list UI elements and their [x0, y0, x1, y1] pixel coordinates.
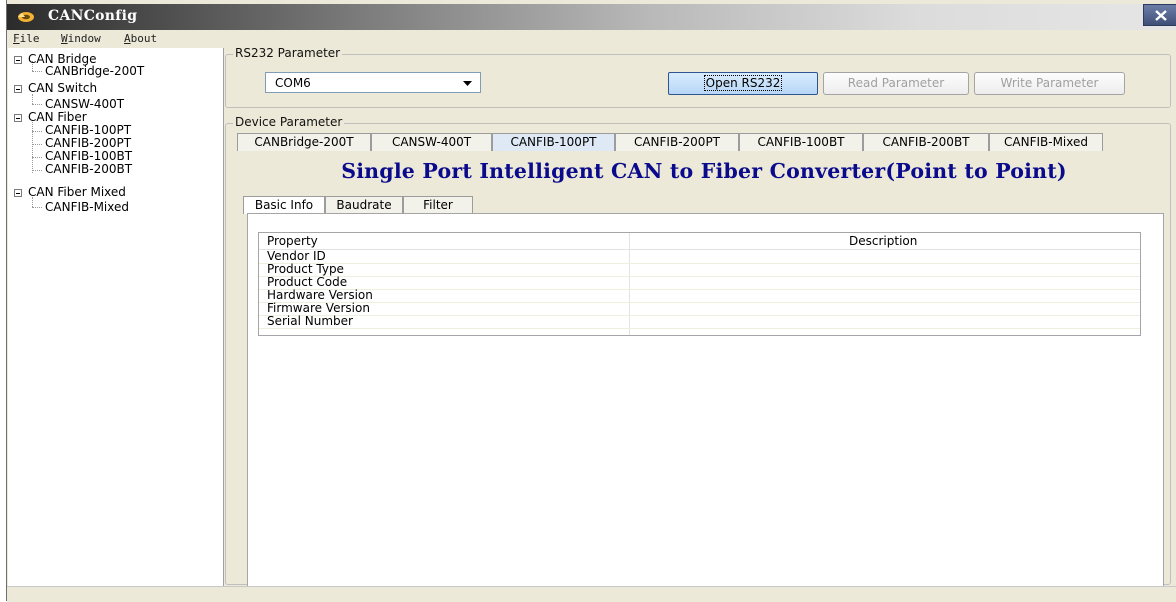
tab-canfib-200pt[interactable]: CANFIB-200PT — [615, 133, 739, 151]
device-headline: Single Port Intelligent CAN to Fiber Con… — [341, 159, 1067, 183]
table-row[interactable]: Vendor ID — [259, 250, 1140, 264]
chevron-down-icon — [463, 81, 472, 86]
tab-canfib-100bt[interactable]: CANFIB-100BT — [739, 133, 863, 151]
device-tree: CAN Bridge CANBridge-200T CAN Switch CAN… — [8, 48, 224, 599]
tab-canfib-100pt[interactable]: CANFIB-100PT — [492, 133, 615, 151]
rs232-group-title: RS232 Parameter — [233, 46, 343, 60]
tree-node-can-fiber-mixed[interactable]: CAN Fiber Mixed — [28, 186, 126, 199]
menu-about[interactable]: About — [124, 32, 157, 45]
collapse-toggle-icon[interactable] — [14, 56, 22, 64]
title-bar[interactable]: CANConfig — [7, 4, 1176, 30]
collapse-toggle-icon[interactable] — [14, 85, 22, 93]
column-header-property[interactable]: Property — [267, 234, 318, 248]
write-parameter-button[interactable]: Write Parameter — [974, 72, 1125, 95]
table-row[interactable]: Serial Number — [259, 315, 1140, 329]
tree-connector — [32, 120, 33, 173]
tree-connector — [32, 144, 42, 145]
open-rs232-button[interactable]: Open RS232 — [668, 72, 818, 95]
subtab-basic-info[interactable]: Basic Info — [243, 196, 325, 214]
collapse-toggle-icon[interactable] — [14, 114, 22, 122]
app-window: CANConfig File Window About CAN Bridge C… — [6, 0, 1176, 602]
open-rs232-label: Open RS232 — [703, 75, 783, 91]
table-row[interactable]: Product Type — [259, 263, 1140, 277]
menu-bar: File Window About — [7, 31, 1176, 47]
tree-connector — [32, 94, 33, 104]
table-row[interactable]: Product Code — [259, 276, 1140, 290]
tree-connector — [32, 157, 42, 158]
table-row[interactable]: Hardware Version — [259, 289, 1140, 303]
column-header-description[interactable]: Description — [849, 234, 917, 248]
subtab-filter[interactable]: Filter — [403, 196, 473, 214]
status-bar — [7, 586, 1176, 602]
close-button[interactable] — [1143, 4, 1176, 26]
tree-connector — [32, 207, 42, 208]
table-header: Property Description — [259, 233, 1140, 250]
tree-item-canbridge-200t[interactable]: CANBridge-200T — [45, 65, 144, 78]
app-logo-icon — [18, 12, 34, 22]
tab-canfib-200bt[interactable]: CANFIB-200BT — [863, 133, 989, 151]
tab-canbridge-200t[interactable]: CANBridge-200T — [237, 133, 371, 151]
read-parameter-button[interactable]: Read Parameter — [823, 72, 969, 95]
device-parameter-group-title: Device Parameter — [233, 115, 345, 129]
close-icon — [1155, 10, 1167, 21]
tree-item-canfib-mixed[interactable]: CANFIB-Mixed — [45, 201, 129, 214]
com-port-select[interactable]: COM6 — [265, 72, 481, 93]
table-row[interactable]: Firmware Version — [259, 302, 1140, 316]
window-title: CANConfig — [48, 8, 138, 24]
subtab-baudrate[interactable]: Baudrate — [325, 196, 403, 214]
tree-connector — [32, 170, 42, 171]
tree-node-can-switch[interactable]: CAN Switch — [28, 82, 97, 95]
tab-canfib-mixed[interactable]: CANFIB-Mixed — [989, 133, 1103, 151]
tab-cansw-400t[interactable]: CANSW-400T — [371, 133, 492, 151]
menu-file[interactable]: File — [13, 32, 40, 45]
menu-window[interactable]: Window — [61, 32, 101, 45]
row-property: Serial Number — [267, 314, 353, 328]
collapse-toggle-icon[interactable] — [14, 189, 22, 197]
tree-connector — [32, 71, 42, 72]
property-table: Property Description Vendor ID Product T… — [258, 232, 1141, 336]
tree-item-canfib-200bt[interactable]: CANFIB-200BT — [45, 163, 132, 176]
tree-connector — [32, 131, 42, 132]
com-port-value: COM6 — [275, 76, 311, 90]
tree-connector — [32, 104, 42, 105]
